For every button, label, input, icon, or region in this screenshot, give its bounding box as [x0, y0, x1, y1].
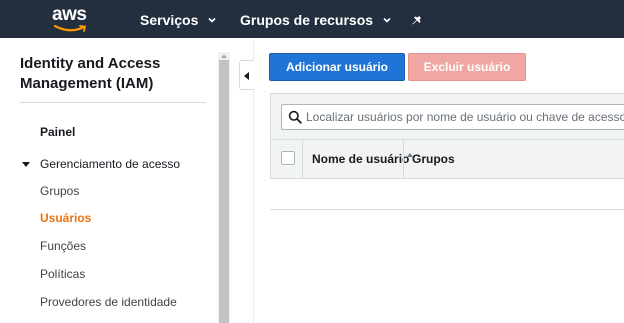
column-separator[interactable] [403, 139, 404, 179]
sidebar-item-panel[interactable]: Painel [40, 125, 75, 139]
aws-logo[interactable]: aws [52, 4, 92, 34]
search-input[interactable] [306, 110, 624, 124]
chevron-down-icon [383, 17, 391, 23]
scroll-up-arrow-icon[interactable] [219, 52, 229, 60]
sidebar-item-identity-providers[interactable]: Provedores de identidade [40, 295, 177, 309]
search-box[interactable] [281, 104, 624, 130]
sidebar-section-access-management[interactable]: Gerenciamento de acesso [22, 157, 180, 171]
sidebar-item-roles[interactable]: Funções [40, 239, 86, 253]
top-nav-bar: aws Serviços Grupos de recursos [0, 0, 624, 38]
select-all-checkbox[interactable] [281, 151, 295, 165]
collapse-sidebar-button[interactable] [239, 60, 254, 90]
collapse-arrow-icon [244, 72, 249, 80]
sidebar-scrollbar-thumb[interactable] [219, 60, 229, 323]
column-separator [302, 139, 303, 179]
sidebar-section-label: Gerenciamento de acesso [40, 157, 181, 171]
add-user-button[interactable]: Adicionar usuário [269, 53, 405, 81]
sidebar-item-groups[interactable]: Grupos [40, 184, 79, 198]
resource-groups-menu-label: Grupos de recursos [240, 12, 374, 28]
resource-groups-menu[interactable]: Grupos de recursos [240, 12, 392, 28]
sidebar-item-policies[interactable]: Políticas [40, 267, 85, 281]
search-icon [288, 110, 302, 124]
sidebar-divider [20, 102, 206, 103]
pin-icon[interactable] [410, 11, 426, 27]
column-header-groups[interactable]: Grupos [412, 152, 455, 166]
table-bottom-border [270, 209, 624, 210]
aws-smile-icon [54, 25, 87, 32]
sidebar-item-users[interactable]: Usuários [40, 211, 91, 225]
sidebar: Identity and Access Management (IAM) Pai… [0, 38, 231, 323]
caret-down-icon [22, 161, 30, 167]
sidebar-title: Identity and Access Management (IAM) [20, 55, 161, 92]
aws-logo-text: aws [52, 4, 87, 25]
services-menu[interactable]: Serviços [140, 12, 217, 28]
services-menu-label: Serviços [140, 12, 199, 28]
delete-user-button[interactable]: Excluir usuário [408, 53, 526, 81]
column-header-username[interactable]: Nome de usuário [312, 152, 409, 166]
chevron-down-icon [208, 17, 216, 23]
